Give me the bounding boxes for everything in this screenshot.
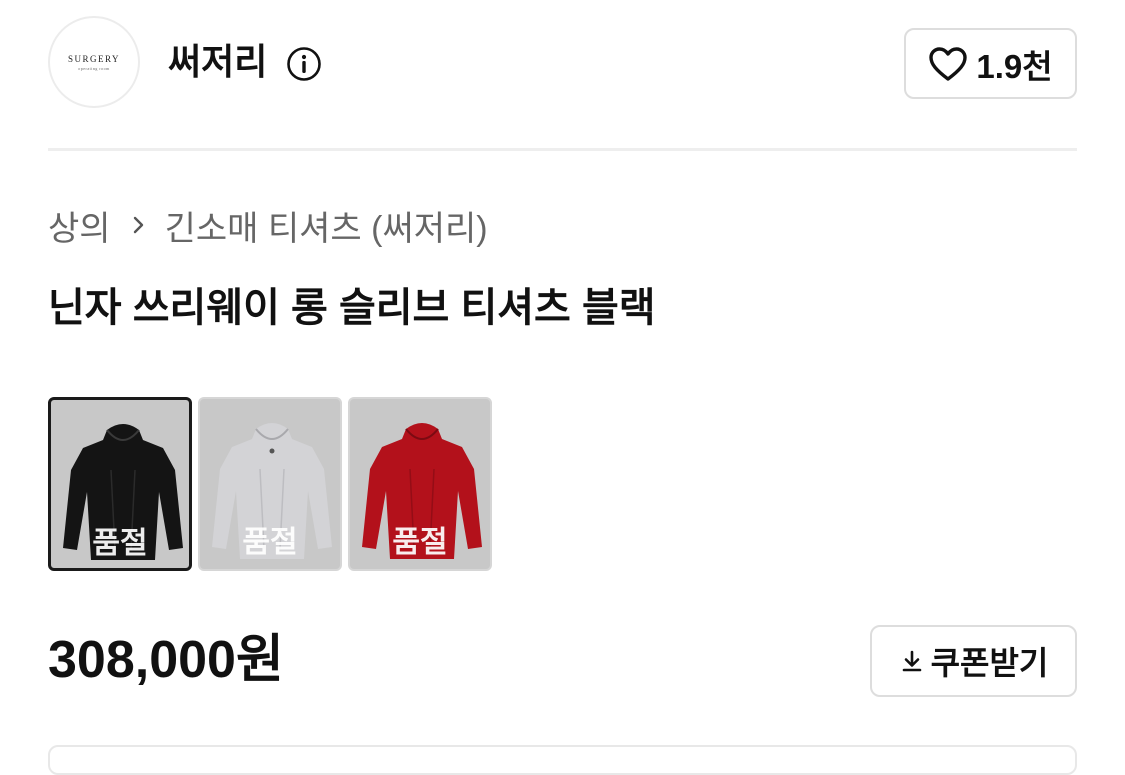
like-count: 1.9천 bbox=[976, 47, 1053, 85]
heart-outline-icon bbox=[929, 46, 968, 81]
soldout-label: 품절 bbox=[92, 527, 148, 560]
coupon-label: 쿠폰받기 bbox=[930, 645, 1049, 681]
like-button[interactable]: 1.9천 bbox=[904, 28, 1077, 99]
brand-logo-text: SURGERY bbox=[67, 53, 120, 64]
breadcrumb: 상의 긴소매 티셔츠 (써저리) bbox=[48, 200, 488, 250]
swatch-black[interactable]: 품절 bbox=[48, 397, 192, 571]
download-icon bbox=[902, 650, 921, 672]
coupon-button[interactable]: 쿠폰받기 bbox=[870, 625, 1077, 697]
swatch-red[interactable]: 품절 bbox=[348, 397, 492, 571]
soldout-label: 품절 bbox=[242, 526, 298, 559]
brand-header: SURGERY operating room 써저리 1.9천 bbox=[48, 16, 1077, 112]
product-title: 닌자 쓰리웨이 롱 슬리브 티셔츠 블랙 bbox=[48, 286, 656, 330]
brand-name[interactable]: 써저리 bbox=[168, 38, 267, 86]
breadcrumb-subcategory[interactable]: 긴소매 티셔츠 (써저리) bbox=[165, 201, 488, 250]
soldout-label: 품절 bbox=[392, 526, 448, 559]
chevron-right-icon bbox=[133, 216, 143, 234]
info-circle-icon[interactable] bbox=[286, 46, 322, 82]
breadcrumb-category[interactable]: 상의 bbox=[48, 201, 111, 250]
bottom-card bbox=[48, 745, 1077, 775]
brand-logo[interactable]: SURGERY operating room bbox=[48, 16, 140, 108]
brand-logo-subtext: operating room bbox=[78, 65, 110, 71]
swatch-gray[interactable]: 품절 bbox=[198, 397, 342, 571]
color-swatches: 품절 품절 품절 bbox=[48, 397, 492, 571]
product-price: 308,000원 bbox=[48, 631, 284, 689]
header-divider bbox=[48, 148, 1077, 151]
